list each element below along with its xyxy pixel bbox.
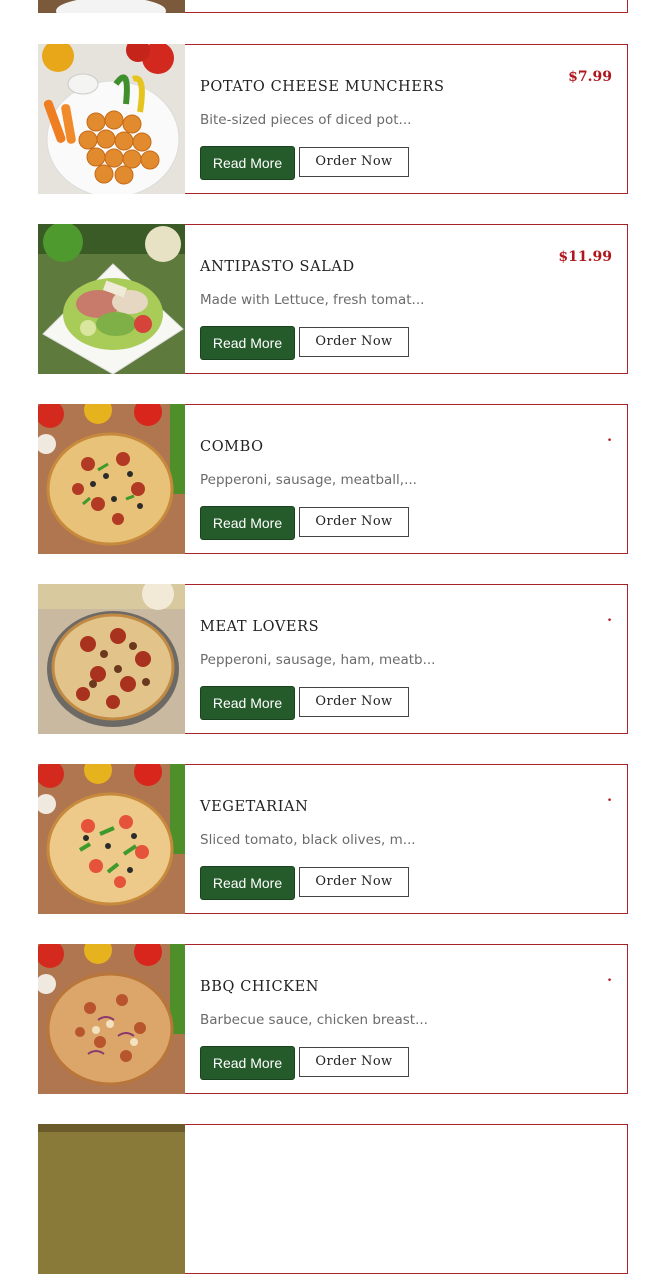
- item-price: $7.99: [568, 69, 612, 85]
- item-price: .: [607, 609, 612, 625]
- item-title: COMBO: [200, 439, 264, 455]
- item-title: ANTIPASTO SALAD: [200, 259, 355, 275]
- order-now-button[interactable]: Order Now: [299, 327, 409, 357]
- item-description: Pepperoni, sausage, meatball,...: [200, 472, 417, 488]
- item-price: .: [607, 429, 612, 445]
- item-price: .: [607, 969, 612, 985]
- read-more-button[interactable]: Read More: [200, 146, 295, 180]
- order-now-button[interactable]: Order Now: [299, 1047, 409, 1077]
- read-more-button[interactable]: Read More: [200, 1046, 295, 1080]
- menu-card: ANTIPASTO SALAD $11.99 Made with Lettuce…: [38, 224, 628, 374]
- menu-card: COMBO . Pepperoni, sausage, meatball,...…: [38, 404, 628, 554]
- item-title: BBQ CHICKEN: [200, 979, 320, 995]
- item-description: Sliced tomato, black olives, m...: [200, 832, 416, 848]
- salad-photo-icon[interactable]: [38, 224, 185, 374]
- menu-card: POTATO CHEESE MUNCHERS $7.99 Bite-sized …: [38, 44, 628, 194]
- food-photo: [38, 1124, 185, 1274]
- menu-card-partial-top: [38, 0, 628, 13]
- item-price: .: [607, 789, 612, 805]
- read-more-button[interactable]: Read More: [200, 866, 295, 900]
- item-title: VEGETARIAN: [200, 799, 309, 815]
- pizza-photo-icon[interactable]: [38, 764, 185, 914]
- pizza-photo-icon[interactable]: [38, 944, 185, 1094]
- menu-card-partial-bottom: [38, 1124, 628, 1274]
- menu-card: BBQ CHICKEN . Barbecue sauce, chicken br…: [38, 944, 628, 1094]
- read-more-button[interactable]: Read More: [200, 506, 295, 540]
- order-now-button[interactable]: Order Now: [299, 147, 409, 177]
- item-title: MEAT LOVERS: [200, 619, 320, 635]
- read-more-button[interactable]: Read More: [200, 326, 295, 360]
- pizza-photo-icon[interactable]: [38, 584, 185, 734]
- item-description: Barbecue sauce, chicken breast...: [200, 1012, 428, 1028]
- item-price: $11.99: [558, 249, 612, 265]
- food-photo: [38, 0, 185, 13]
- order-now-button[interactable]: Order Now: [299, 867, 409, 897]
- item-description: Bite-sized pieces of diced pot...: [200, 112, 412, 128]
- pizza-photo-icon[interactable]: [38, 404, 185, 554]
- item-description: Made with Lettuce, fresh tomat...: [200, 292, 425, 308]
- read-more-button[interactable]: Read More: [200, 686, 295, 720]
- menu-card: VEGETARIAN . Sliced tomato, black olives…: [38, 764, 628, 914]
- order-now-button[interactable]: Order Now: [299, 507, 409, 537]
- potato-munchers-photo-icon[interactable]: [38, 44, 185, 194]
- item-title: POTATO CHEESE MUNCHERS: [200, 79, 445, 95]
- order-now-button[interactable]: Order Now: [299, 687, 409, 717]
- menu-card: MEAT LOVERS . Pepperoni, sausage, ham, m…: [38, 584, 628, 734]
- item-description: Pepperoni, sausage, ham, meatb...: [200, 652, 436, 668]
